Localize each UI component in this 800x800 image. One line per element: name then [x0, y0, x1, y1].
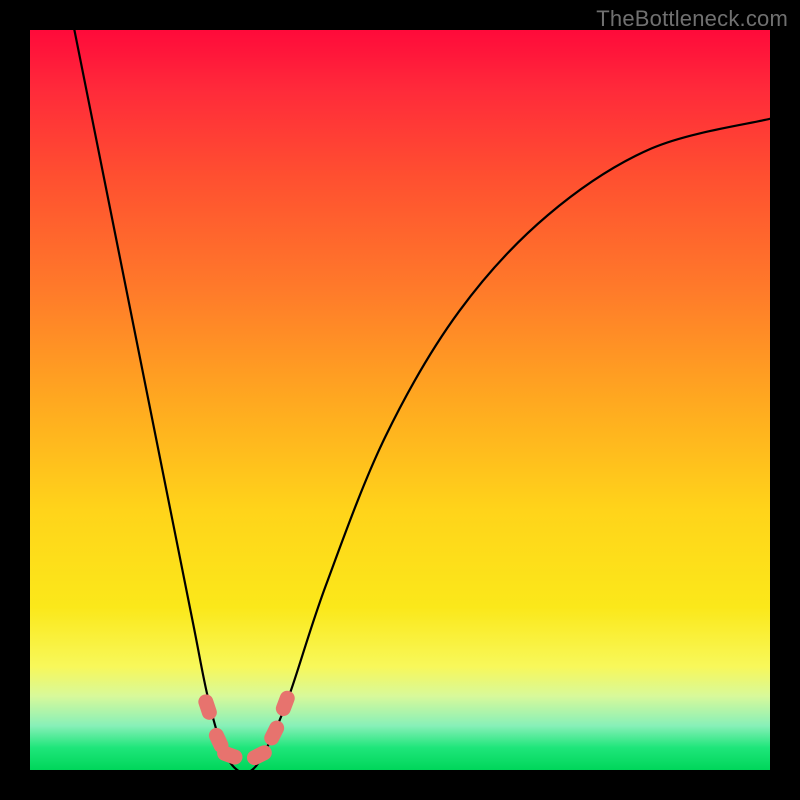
marker-pill	[274, 689, 297, 719]
marker-pill	[262, 718, 287, 748]
bottleneck-curve	[74, 30, 770, 770]
curve-markers	[196, 689, 297, 768]
watermark-text: TheBottleneck.com	[596, 6, 788, 32]
plot-area	[30, 30, 770, 770]
marker-pill	[244, 743, 274, 768]
curve-layer	[30, 30, 770, 770]
chart-frame: TheBottleneck.com	[0, 0, 800, 800]
marker-pill	[196, 692, 218, 721]
